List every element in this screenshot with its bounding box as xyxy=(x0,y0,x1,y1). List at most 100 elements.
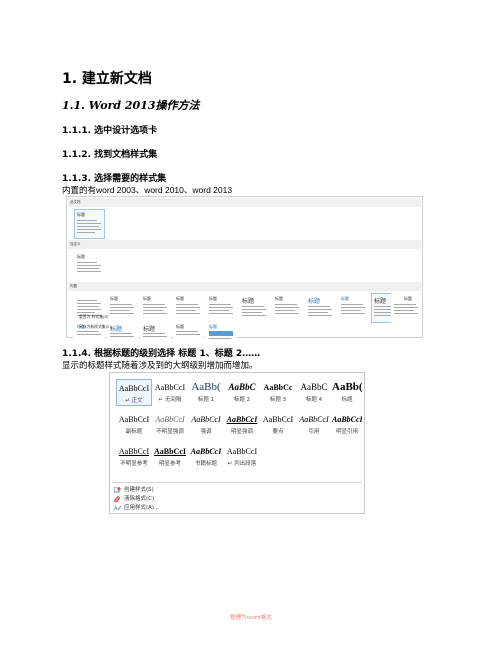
style-sample: AaBb( xyxy=(332,381,362,393)
style-no-spacing[interactable]: AaBbCcI ↵ 无间隔 xyxy=(152,379,188,406)
style-subtle-emphasis[interactable]: AaBbCcI 不明显强调 xyxy=(152,411,188,438)
style-name: 标题 4 xyxy=(305,397,323,403)
style-name: 标题 2 xyxy=(233,397,251,403)
style-intense-emphasis[interactable]: AaBbCcI 明显强调 xyxy=(224,411,260,438)
step-choose-heading-level: 1.1.4. 根据标题的级别选择 标题 1、标题 2…… xyxy=(62,349,261,359)
style-name: 不明显参考 xyxy=(120,461,148,467)
style-name: 副标题 xyxy=(125,429,143,435)
footer-watermark: 整理为word格式 xyxy=(230,615,272,621)
style-sample: AaBbCcI xyxy=(155,415,185,424)
thumb-title: 标题 xyxy=(110,296,118,301)
style-sample: AaBbCcI xyxy=(118,384,150,393)
style-sample: AaBbC xyxy=(228,382,256,392)
style-name: ↵ 正文 xyxy=(125,398,143,404)
style-set-thumb[interactable]: 标题 xyxy=(239,293,270,323)
style-name: 明显引用 xyxy=(335,429,358,435)
step-find-style-set: 1.1.2. 找到文档样式集 xyxy=(62,150,158,160)
menu-clear-formatting-label: 清除格式(C) xyxy=(124,496,155,502)
heading-style-note: 显示的标题样式随着涉及到的大纲级别增加而增加。 xyxy=(62,360,258,370)
style-set-thumb[interactable]: 标题 xyxy=(140,321,171,343)
style-set-thumb[interactable]: 标题 xyxy=(140,293,171,323)
style-normal[interactable]: AaBbCcI ↵ 正文 xyxy=(116,379,152,406)
style-set-thumb[interactable]: 标题 xyxy=(272,293,303,323)
gallery-divider xyxy=(112,482,362,483)
style-name: ↵ 无间隔 xyxy=(158,397,182,403)
section-label-custom: 自定义 xyxy=(70,242,81,246)
style-sample: AaBbCcI xyxy=(190,447,222,456)
style-quote[interactable]: AaBbCcI 引用 xyxy=(296,411,332,438)
style-heading-3[interactable]: AaBbCc 标题 3 xyxy=(260,379,296,406)
style-sample: AaBbCcI xyxy=(226,415,258,424)
style-name: 明显强调 xyxy=(230,429,253,435)
style-set-thumb-current[interactable]: 标题 xyxy=(74,209,105,239)
style-name: 标题 1 xyxy=(197,397,215,403)
style-set-gallery: 此文档 标题 自定义 标题 内置 标题 标题 标题 标题 标题 标题 标题 标题… xyxy=(66,196,423,343)
style-intense-reference[interactable]: AaBbCcI 明显参考 xyxy=(152,443,188,470)
heading-2: 1.1. Word 2013操作方法 xyxy=(62,99,200,112)
heading-1: 1. 建立新文档 xyxy=(62,71,152,87)
style-set-thumb[interactable]: 标题 xyxy=(206,321,237,343)
style-sample: AaBbCcI xyxy=(118,447,150,456)
style-name: 书籍标题 xyxy=(194,461,217,467)
style-strong[interactable]: AaBbCcI 要点 xyxy=(260,411,296,438)
style-set-thumb[interactable]: 标题 xyxy=(305,293,336,323)
thumb-title: 标题 xyxy=(308,298,321,305)
thumb-title: 标题 xyxy=(209,296,217,301)
style-emphasis[interactable]: AaBbCcI 强调 xyxy=(188,411,224,438)
thumb-title: 标题 xyxy=(143,326,156,333)
style-book-title[interactable]: AaBbCcI 书籍标题 xyxy=(188,443,224,470)
thumb-title: 标题 xyxy=(209,324,217,329)
style-sample: AaBbCcI xyxy=(191,415,221,424)
style-sample: AaBbCcI xyxy=(299,415,329,424)
menu-create-style[interactable]: 创建样式(S) xyxy=(113,486,154,494)
style-sample: AaBbCcI xyxy=(118,415,150,424)
menu-apply-styles[interactable]: A 应用样式(A)... xyxy=(114,504,159,512)
thumb-title: 标题 xyxy=(275,296,283,301)
step-choose-style-set: 1.1.3. 选择需要的样式集 xyxy=(62,174,167,184)
style-name: 标题 xyxy=(341,397,353,403)
style-name: ↵ 列出段落 xyxy=(227,461,257,467)
style-name: 引用 xyxy=(308,429,320,435)
apply-styles-icon: A xyxy=(114,505,122,512)
thumb-title: 标题 xyxy=(77,212,85,217)
style-subtle-reference[interactable]: AaBbCcI 不明显参考 xyxy=(116,443,152,470)
thumb-title: 标题 xyxy=(404,296,412,301)
style-set-thumb[interactable]: 标题 xyxy=(173,293,204,323)
style-sample: AaBbCcI xyxy=(262,415,294,424)
thumb-title: 标题 xyxy=(242,298,255,305)
section-bar-custom xyxy=(68,240,421,249)
style-heading-1[interactable]: AaBb( 标题 1 xyxy=(188,379,224,406)
svg-text:A: A xyxy=(114,506,118,511)
style-set-thumb-custom[interactable]: 标题 xyxy=(74,251,105,281)
style-set-thumb[interactable]: 标题 xyxy=(107,293,138,323)
style-set-thumb[interactable]: 标题 xyxy=(338,293,369,323)
style-sample: AaBbCc xyxy=(263,383,293,392)
thumb-title: 标题 xyxy=(374,298,387,305)
style-list-paragraph[interactable]: AaBbCcI ↵ 列出段落 xyxy=(224,443,260,470)
style-set-thumb[interactable]: 标题 xyxy=(206,293,237,323)
menu-clear-formatting[interactable]: 清除格式(C) xyxy=(113,495,155,503)
style-name: 标题 3 xyxy=(269,397,287,403)
style-sample: AaBbCcI xyxy=(154,383,186,392)
style-heading-2[interactable]: AaBbC 标题 2 xyxy=(224,379,260,406)
clear-formatting-icon xyxy=(113,495,121,502)
style-set-thumb[interactable]: 标题 xyxy=(173,321,204,343)
style-intense-quote[interactable]: AaBbCcI 明显引用 xyxy=(332,411,362,438)
menu-reset-style-set[interactable]: 重置为 样式集(R) xyxy=(79,314,109,320)
style-title[interactable]: AaBb( 标题 xyxy=(332,379,362,406)
style-subtitle[interactable]: AaBbCcI 副标题 xyxy=(116,411,152,438)
menu-save-new-style-set[interactable]: 另存为新样式集(S)... xyxy=(79,324,115,330)
thumb-title: 标题 xyxy=(341,296,349,301)
style-sample: AaBbCcI xyxy=(153,447,186,456)
style-heading-4[interactable]: AaBbC 标题 4 xyxy=(296,379,332,406)
builtin-styles-text: 内置的有word 2003、word 2010、word 2013 xyxy=(62,185,233,195)
style-name: 要点 xyxy=(272,429,284,435)
style-set-thumb[interactable]: 标题 xyxy=(391,293,421,323)
style-sample: AaBbCcI xyxy=(226,447,258,456)
section-label-builtin: 内置 xyxy=(70,284,77,288)
thumb-title: 标题 xyxy=(77,254,85,259)
thumb-title: 标题 xyxy=(143,296,151,301)
style-name: 不明显强调 xyxy=(156,429,184,435)
menu-create-style-label: 创建样式(S) xyxy=(124,487,154,493)
create-style-icon xyxy=(113,486,121,493)
